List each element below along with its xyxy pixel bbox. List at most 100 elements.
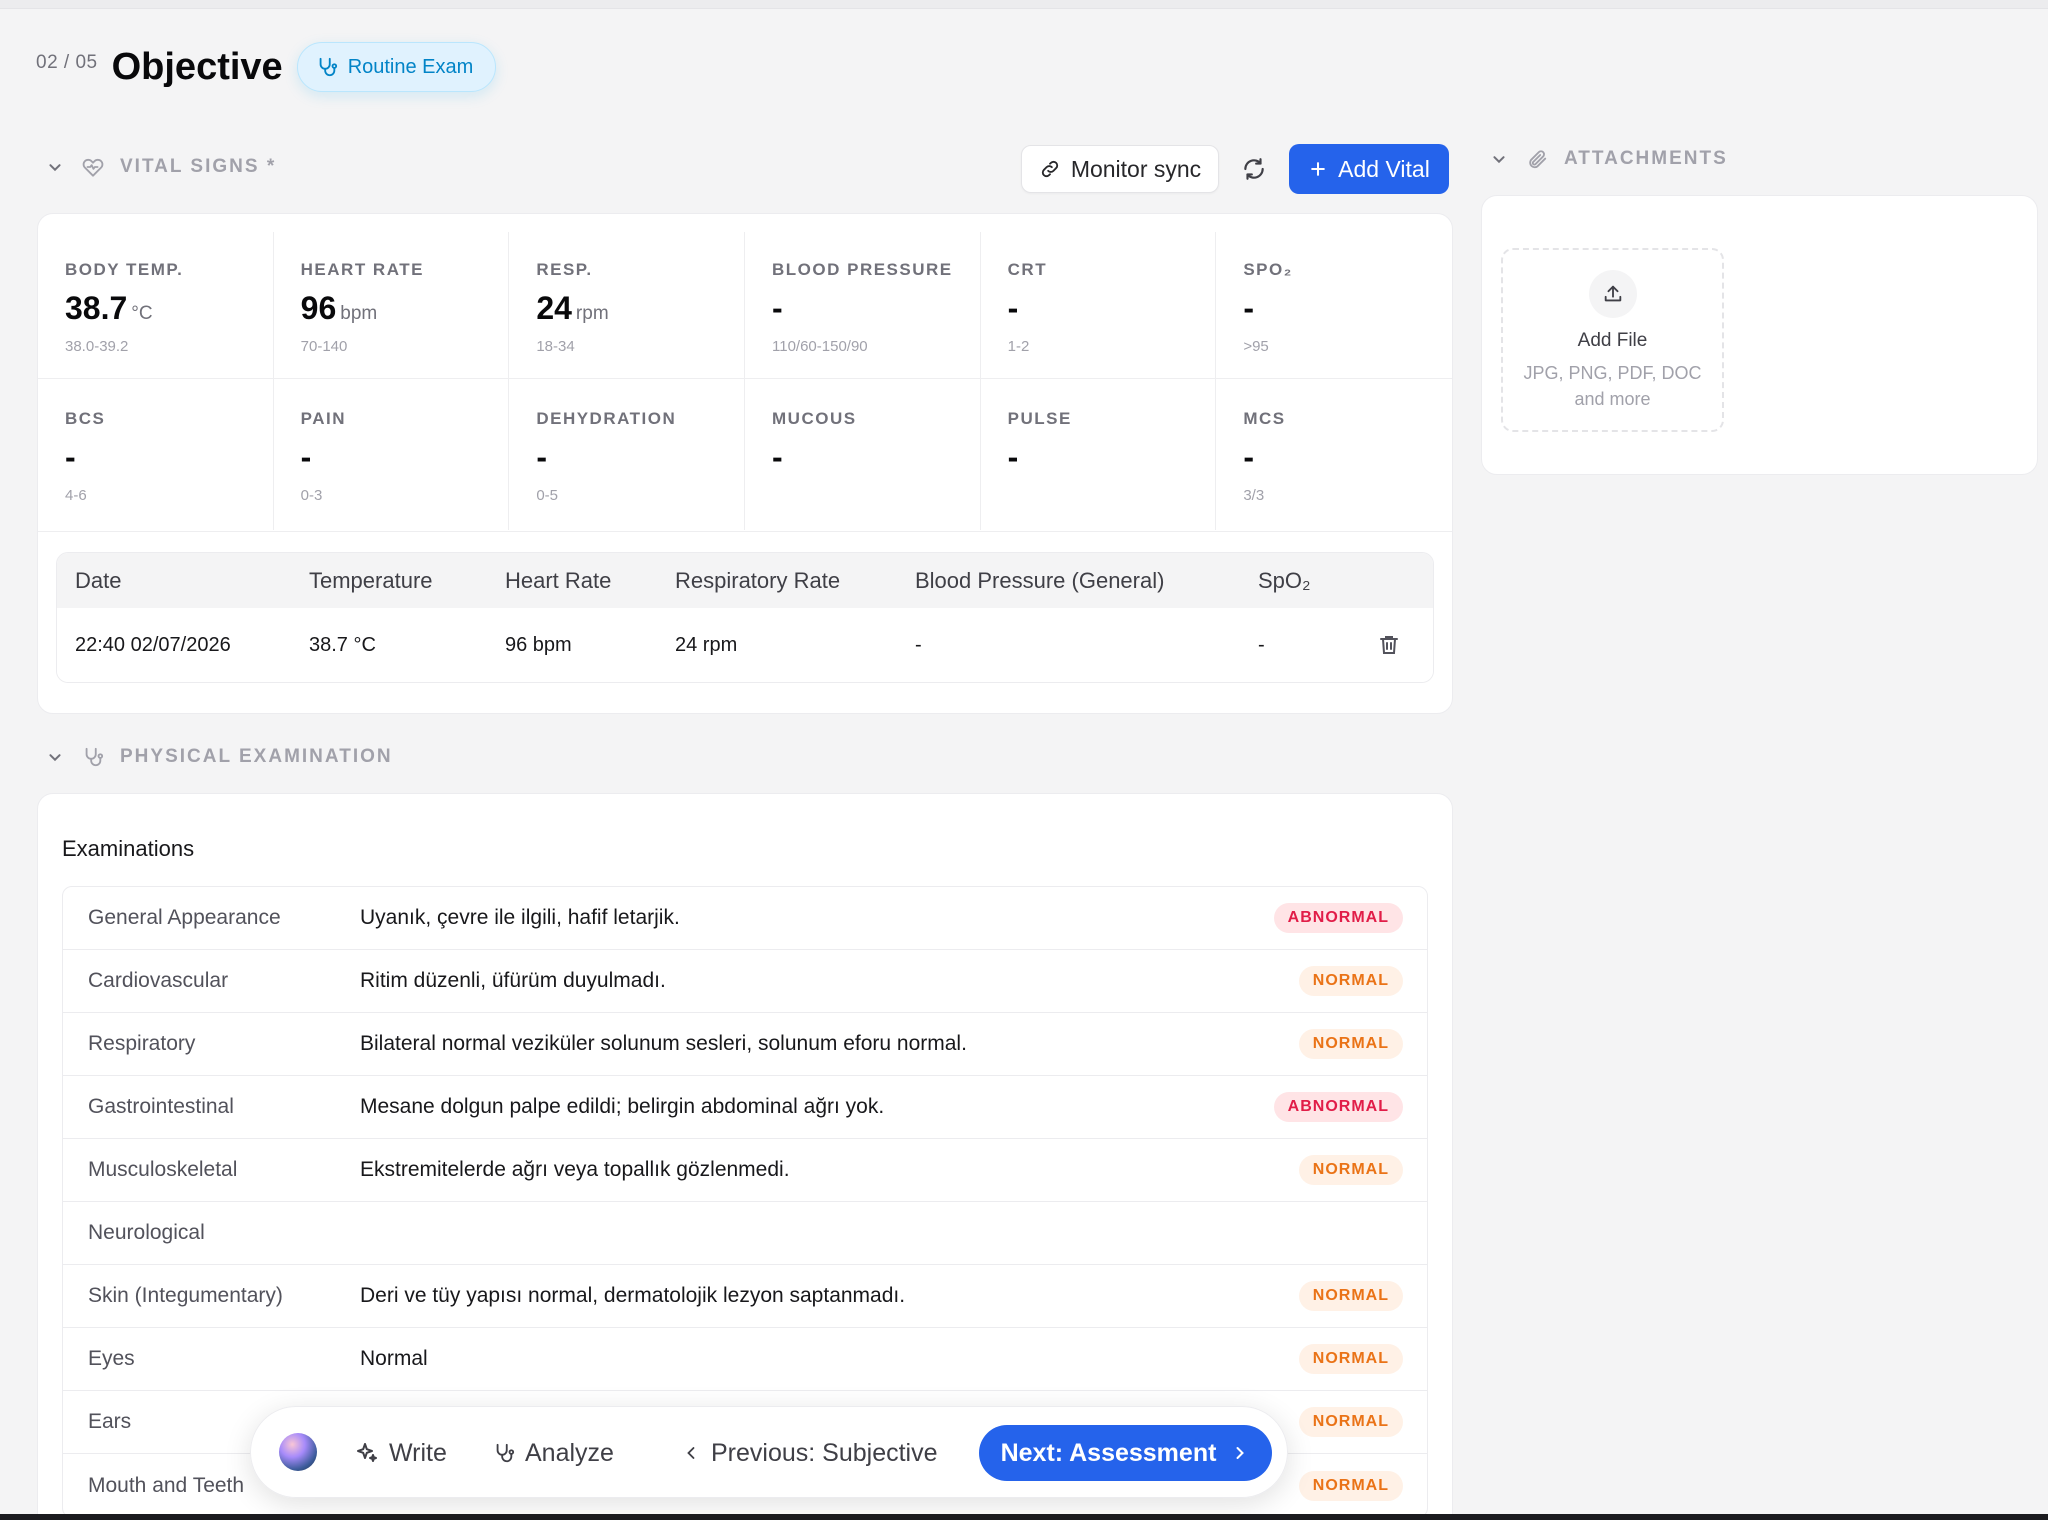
table-row[interactable]: 22:40 02/07/2026 38.7 °C 96 bpm 24 rpm -… [57,608,1433,682]
vital-mucous[interactable]: MUCOUS - [745,378,981,530]
page-header: 02 / 05 Objective Routine Exam [36,38,497,96]
exam-row-respiratory[interactable]: Respiratory Bilateral normal veziküler s… [63,1013,1427,1076]
vital-label: HEART RATE [300,260,424,279]
vital-heart-rate[interactable]: HEART RATE 96 bpm 70-140 [274,232,510,378]
vital-mcs[interactable]: MCS - 3/3 [1216,378,1452,530]
exam-type-badge[interactable]: Routine Exam [296,42,497,92]
previous-step-label: Previous: Subjective [711,1438,938,1467]
status-badge: NORMAL [1298,966,1403,996]
vital-unit: °C [131,303,153,324]
status-badge: NORMAL [1298,1407,1403,1437]
write-button[interactable]: Write [355,1431,447,1475]
assistant-avatar[interactable] [279,1433,317,1471]
vital-label: SPO₂ [1243,260,1293,279]
exam-row-cardiovascular[interactable]: Cardiovascular Ritim düzenli, üfürüm duy… [63,950,1427,1013]
vital-pain[interactable]: PAIN - 0-3 [273,378,510,530]
chevron-down-icon[interactable] [1488,148,1510,170]
analyze-button[interactable]: Analyze [493,1431,614,1475]
exam-row-skin[interactable]: Skin (Integumentary) Deri ve tüy yapısı … [63,1265,1427,1328]
analyze-label: Analyze [525,1438,614,1467]
stethoscope-icon [85,747,104,767]
vital-signs-header[interactable]: VITAL SIGNS * [44,156,276,178]
floating-action-bar: Write Analyze Previous: Subjective Next:… [250,1406,1288,1498]
table-cell: 24 rpm [675,633,738,656]
attachments-card: Add File JPG, PNG, PDF, DOC and more [1481,195,2038,475]
link-icon [1041,160,1058,178]
exam-row-general-appearance[interactable]: General Appearance Uyanık, çevre ile ilg… [63,887,1427,950]
add-vital-button[interactable]: Add Vital [1289,144,1449,194]
refresh-button[interactable] [1233,148,1275,190]
vital-value: 96 [300,290,337,326]
vital-range: >95 [1243,338,1269,355]
vital-value: - [1007,290,1019,326]
vital-label: MCS [1243,409,1286,428]
table-cell: 22:40 02/07/2026 [75,633,231,656]
vital-crt[interactable]: CRT - 1-2 [981,232,1217,378]
vital-range: 70-140 [300,338,348,355]
previous-step-button[interactable]: Previous: Subjective [681,1431,938,1475]
vital-label: PULSE [1007,409,1072,428]
column-header: Heart Rate [505,567,612,593]
status-badge: NORMAL [1298,1281,1403,1311]
vital-value: - [1243,290,1254,326]
delete-row-button[interactable] [1377,633,1401,663]
heart-pulse-icon [82,158,104,177]
vital-resp[interactable]: RESP. 24 rpm 18-34 [509,232,745,378]
trash-icon [1380,636,1398,654]
examinations-subtitle: Examinations [62,836,195,861]
monitor-sync-label: Monitor sync [1070,155,1202,182]
vital-label: PAIN [300,409,347,428]
vital-range: 1-2 [1007,338,1030,355]
exam-name: Eyes [88,1347,135,1370]
stethoscope-icon [496,1443,515,1463]
vital-label: CRT [1007,260,1048,279]
exam-name: Mouth and Teeth [88,1473,245,1497]
attachments-title: ATTACHMENTS [1564,148,1728,169]
exam-row-neurological[interactable]: Neurological [63,1202,1427,1265]
exam-row-musculoskeletal[interactable]: Musculoskeletal Ekstremitelerde ağrı vey… [63,1139,1427,1202]
vital-value: - [300,439,312,475]
exam-note: Uyanık, çevre ile ilgili, hafif letarjik… [360,906,680,929]
vital-body-temp[interactable]: BODY TEMP. 38.7 °C 38.0-39.2 [38,232,274,378]
vital-label: BODY TEMP. [65,260,184,279]
chevron-left-icon [687,1447,695,1459]
chevron-right-icon [1236,1447,1245,1459]
status-badge: ABNORMAL [1273,903,1403,933]
next-step-button[interactable]: Next: Assessment [979,1425,1272,1481]
status-badge: ABNORMAL [1273,1092,1403,1122]
vital-blood-pressure[interactable]: BLOOD PRESSURE - 110/60-150/90 [745,232,981,378]
column-header: SpO₂ [1258,567,1311,593]
add-vital-label: Add Vital [1338,155,1430,182]
vital-unit: rpm [575,303,609,324]
status-badge: NORMAL [1298,1155,1403,1185]
exam-row-gastrointestinal[interactable]: Gastrointestinal Mesane dolgun palpe edi… [63,1076,1427,1139]
paperclip-icon [1529,150,1547,169]
upload-label: Add File [1577,330,1648,351]
exam-name: General Appearance [88,906,281,929]
exam-note: Deri ve tüy yapısı normal, dermatolojik … [360,1284,906,1307]
vital-range: 110/60-150/90 [772,338,868,355]
attachments-header[interactable]: ATTACHMENTS [1488,148,1728,170]
file-upload-dropzone[interactable]: Add File JPG, PNG, PDF, DOC and more [1501,248,1724,432]
exam-name: Neurological [88,1221,205,1244]
divider [38,531,1452,532]
upload-icon-wrap [1588,270,1637,318]
step-indicator: 02 / 05 [36,52,98,73]
chevron-down-icon[interactable] [44,746,66,768]
vital-bcs[interactable]: BCS - 4-6 [38,378,274,530]
vital-spo2[interactable]: SPO₂ - >95 [1216,232,1452,378]
vital-pulse[interactable]: PULSE - [980,378,1217,530]
vital-dehydration[interactable]: DEHYDRATION - 0-5 [509,378,745,530]
table-header: Date Temperature Heart Rate Respiratory … [57,553,1433,608]
monitor-sync-button[interactable]: Monitor sync [1021,145,1219,193]
physical-exam-header[interactable]: PHYSICAL EXAMINATION [44,746,393,768]
chevron-down-icon[interactable] [44,156,66,178]
vital-signs-title: VITAL SIGNS * [120,156,277,177]
vital-label: BCS [65,409,106,428]
column-header: Respiratory Rate [675,567,841,593]
column-header: Blood Pressure (General) [915,567,1165,593]
vital-range: 4-6 [65,487,87,504]
vital-range [1008,487,1216,505]
exam-row-eyes[interactable]: Eyes Normal NORMAL [63,1328,1427,1391]
table-cell: 96 bpm [505,633,572,656]
